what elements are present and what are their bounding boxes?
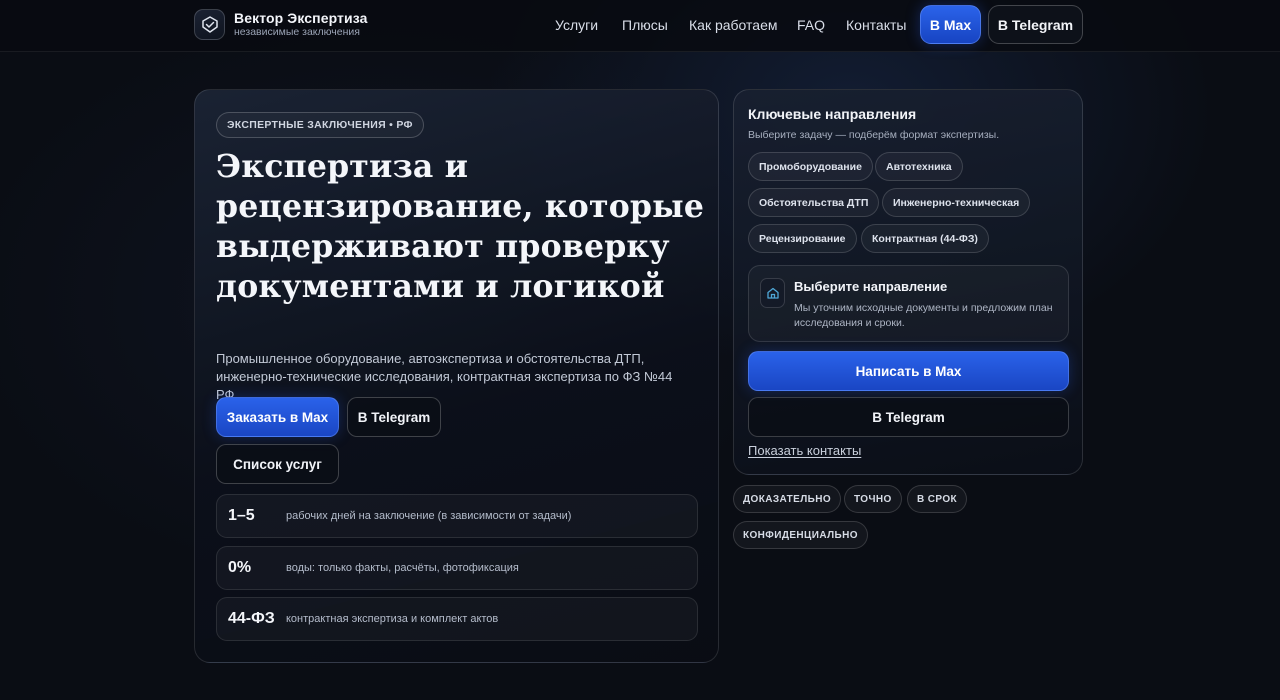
directions-subtitle: Выберите задачу — подберём формат экспер…	[748, 129, 1000, 141]
nav-link-contacts[interactable]: Контакты	[846, 16, 906, 34]
order-max-button[interactable]: Заказать в Max	[216, 397, 339, 437]
chip-auto[interactable]: Автотехника	[875, 152, 963, 181]
badge-proven: ДОКАЗАТЕЛЬНО	[733, 485, 841, 513]
stat-text: воды: только факты, расчёты, фотофиксаци…	[286, 562, 519, 574]
hero-card: ЭКСПЕРТНЫЕ ЗАКЛЮЧЕНИЯ • РФ Экспертиза и …	[194, 89, 719, 663]
chip-accident[interactable]: Обстоятельства ДТП	[748, 188, 880, 217]
direction-text: Мы уточним исходные документы и предложи…	[794, 302, 1053, 329]
stat-card: 1–5 рабочих дней на заключение (в зависи…	[216, 494, 698, 538]
show-contacts-link[interactable]: Показать контакты	[748, 443, 861, 458]
chip-contract[interactable]: Контрактная (44-ФЗ)	[861, 224, 989, 253]
nav-link-how-we-work[interactable]: Как работаем	[689, 16, 777, 34]
stat-value: 44-ФЗ	[228, 610, 275, 627]
services-list-button[interactable]: Список услуг	[216, 444, 339, 484]
hero-title: Экспертиза и рецензирование, которые выд…	[216, 148, 705, 305]
badge-confidential: КОНФИДЕНЦИАЛЬНО	[733, 521, 868, 549]
stat-text: контрактная экспертиза и комплект актов	[286, 613, 499, 625]
nav-link-faq[interactable]: FAQ	[797, 16, 825, 34]
directions-card: Ключевые направления Выберите задачу — п…	[733, 89, 1083, 475]
top-header: Вектор Экспертиза независимые заключения…	[0, 0, 1280, 52]
chip-equipment[interactable]: Промоборудование	[748, 152, 873, 181]
stat-value: 1–5	[228, 507, 255, 524]
chip-review[interactable]: Рецензирование	[748, 224, 857, 253]
directions-title: Ключевые направления	[748, 106, 917, 122]
stat-card: 0% воды: только факты, расчёты, фотофикс…	[216, 546, 698, 590]
direction-title: Выберите направление	[794, 279, 948, 294]
nav-link-services[interactable]: Услуги	[555, 16, 598, 34]
badge-on-time: В СРОК	[907, 485, 968, 513]
badge-accurate: ТОЧНО	[844, 485, 902, 513]
stat-text: рабочих дней на заключение (в зависимост…	[286, 510, 572, 522]
hero-eyebrow: ЭКСПЕРТНЫЕ ЗАКЛЮЧЕНИЯ • РФ	[216, 112, 424, 138]
main-nav: Услуги Плюсы Как работаем FAQ Контакты В…	[0, 0, 1280, 52]
home-icon	[760, 278, 785, 308]
nav-link-benefits[interactable]: Плюсы	[622, 16, 668, 34]
stat-value: 0%	[228, 559, 252, 576]
header-max-button[interactable]: В Max	[920, 5, 981, 44]
stat-card: 44-ФЗ контрактная экспертиза и комплект …	[216, 597, 698, 641]
direction-box: Выберите направление Мы уточним исходные…	[748, 265, 1069, 342]
write-max-button[interactable]: Написать в Max	[748, 351, 1069, 391]
side-telegram-button[interactable]: В Telegram	[748, 397, 1069, 437]
header-telegram-button[interactable]: В Telegram	[988, 5, 1083, 44]
hero-telegram-button[interactable]: В Telegram	[347, 397, 441, 437]
chip-engineering[interactable]: Инженерно-техническая	[882, 188, 1031, 217]
hero-description: Промышленное оборудование, автоэкспертиз…	[216, 351, 673, 402]
